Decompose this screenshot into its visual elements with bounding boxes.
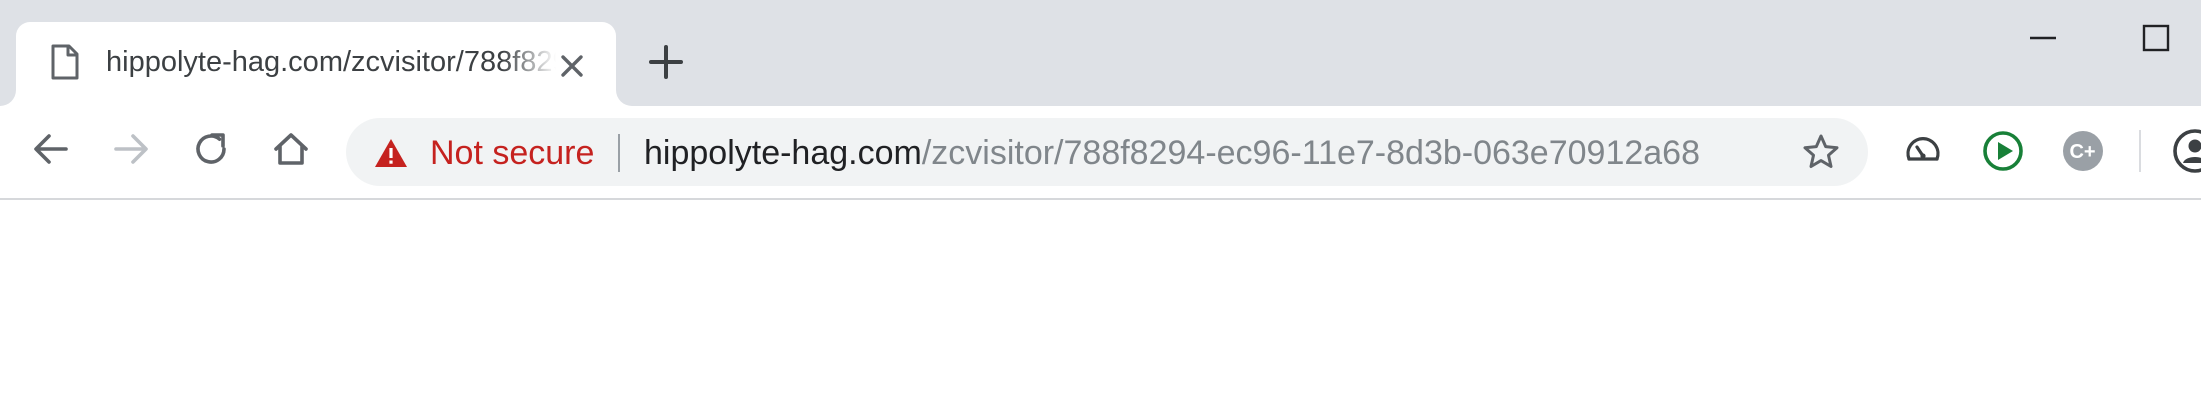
active-tab[interactable]: hippolyte-hag.com/zcvisitor/788f8294-ec9… (16, 22, 616, 106)
plus-icon[interactable] (648, 44, 684, 80)
browser-window: hippolyte-hag.com/zcvisitor/788f8294-ec9… (0, 0, 2201, 416)
maximize-icon[interactable] (2142, 24, 2170, 52)
omnibox-separator (618, 134, 620, 172)
warning-triangle-icon[interactable] (374, 138, 408, 168)
minimize-icon[interactable] (2028, 26, 2058, 46)
reload-icon[interactable] (188, 126, 234, 172)
avatar-icon[interactable] (2172, 128, 2201, 174)
arrow-left-icon[interactable] (28, 126, 74, 172)
tab-strip: hippolyte-hag.com/zcvisitor/788f8294-ec9… (0, 0, 2201, 106)
toolbar-divider (2139, 130, 2141, 172)
tab-title: hippolyte-hag.com/zcvisitor/788f8294-ec9… (106, 46, 556, 78)
arrow-right-icon[interactable] (108, 126, 154, 172)
speedometer-icon[interactable] (1902, 130, 1944, 172)
page-icon (50, 44, 80, 80)
close-icon[interactable] (558, 52, 586, 80)
address-bar[interactable]: Not secure hippolyte-hag.com/zcvisitor/7… (346, 118, 1868, 186)
security-status-label[interactable]: Not secure (430, 134, 594, 173)
home-icon[interactable] (268, 126, 314, 172)
star-icon[interactable] (1802, 133, 1840, 171)
url-text[interactable]: hippolyte-hag.com/zcvisitor/788f8294-ec9… (644, 134, 1700, 173)
play-circle-icon[interactable] (1982, 130, 2024, 172)
toolbar: Not secure hippolyte-hag.com/zcvisitor/7… (0, 106, 2201, 200)
url-host: hippolyte-hag.com (644, 134, 922, 172)
url-path: /zcvisitor/788f8294-ec96-11e7-8d3b-063e7… (921, 134, 1700, 172)
c-plus-text: C+ (2069, 141, 2095, 163)
c-plus-icon[interactable]: C+ (2062, 130, 2104, 172)
